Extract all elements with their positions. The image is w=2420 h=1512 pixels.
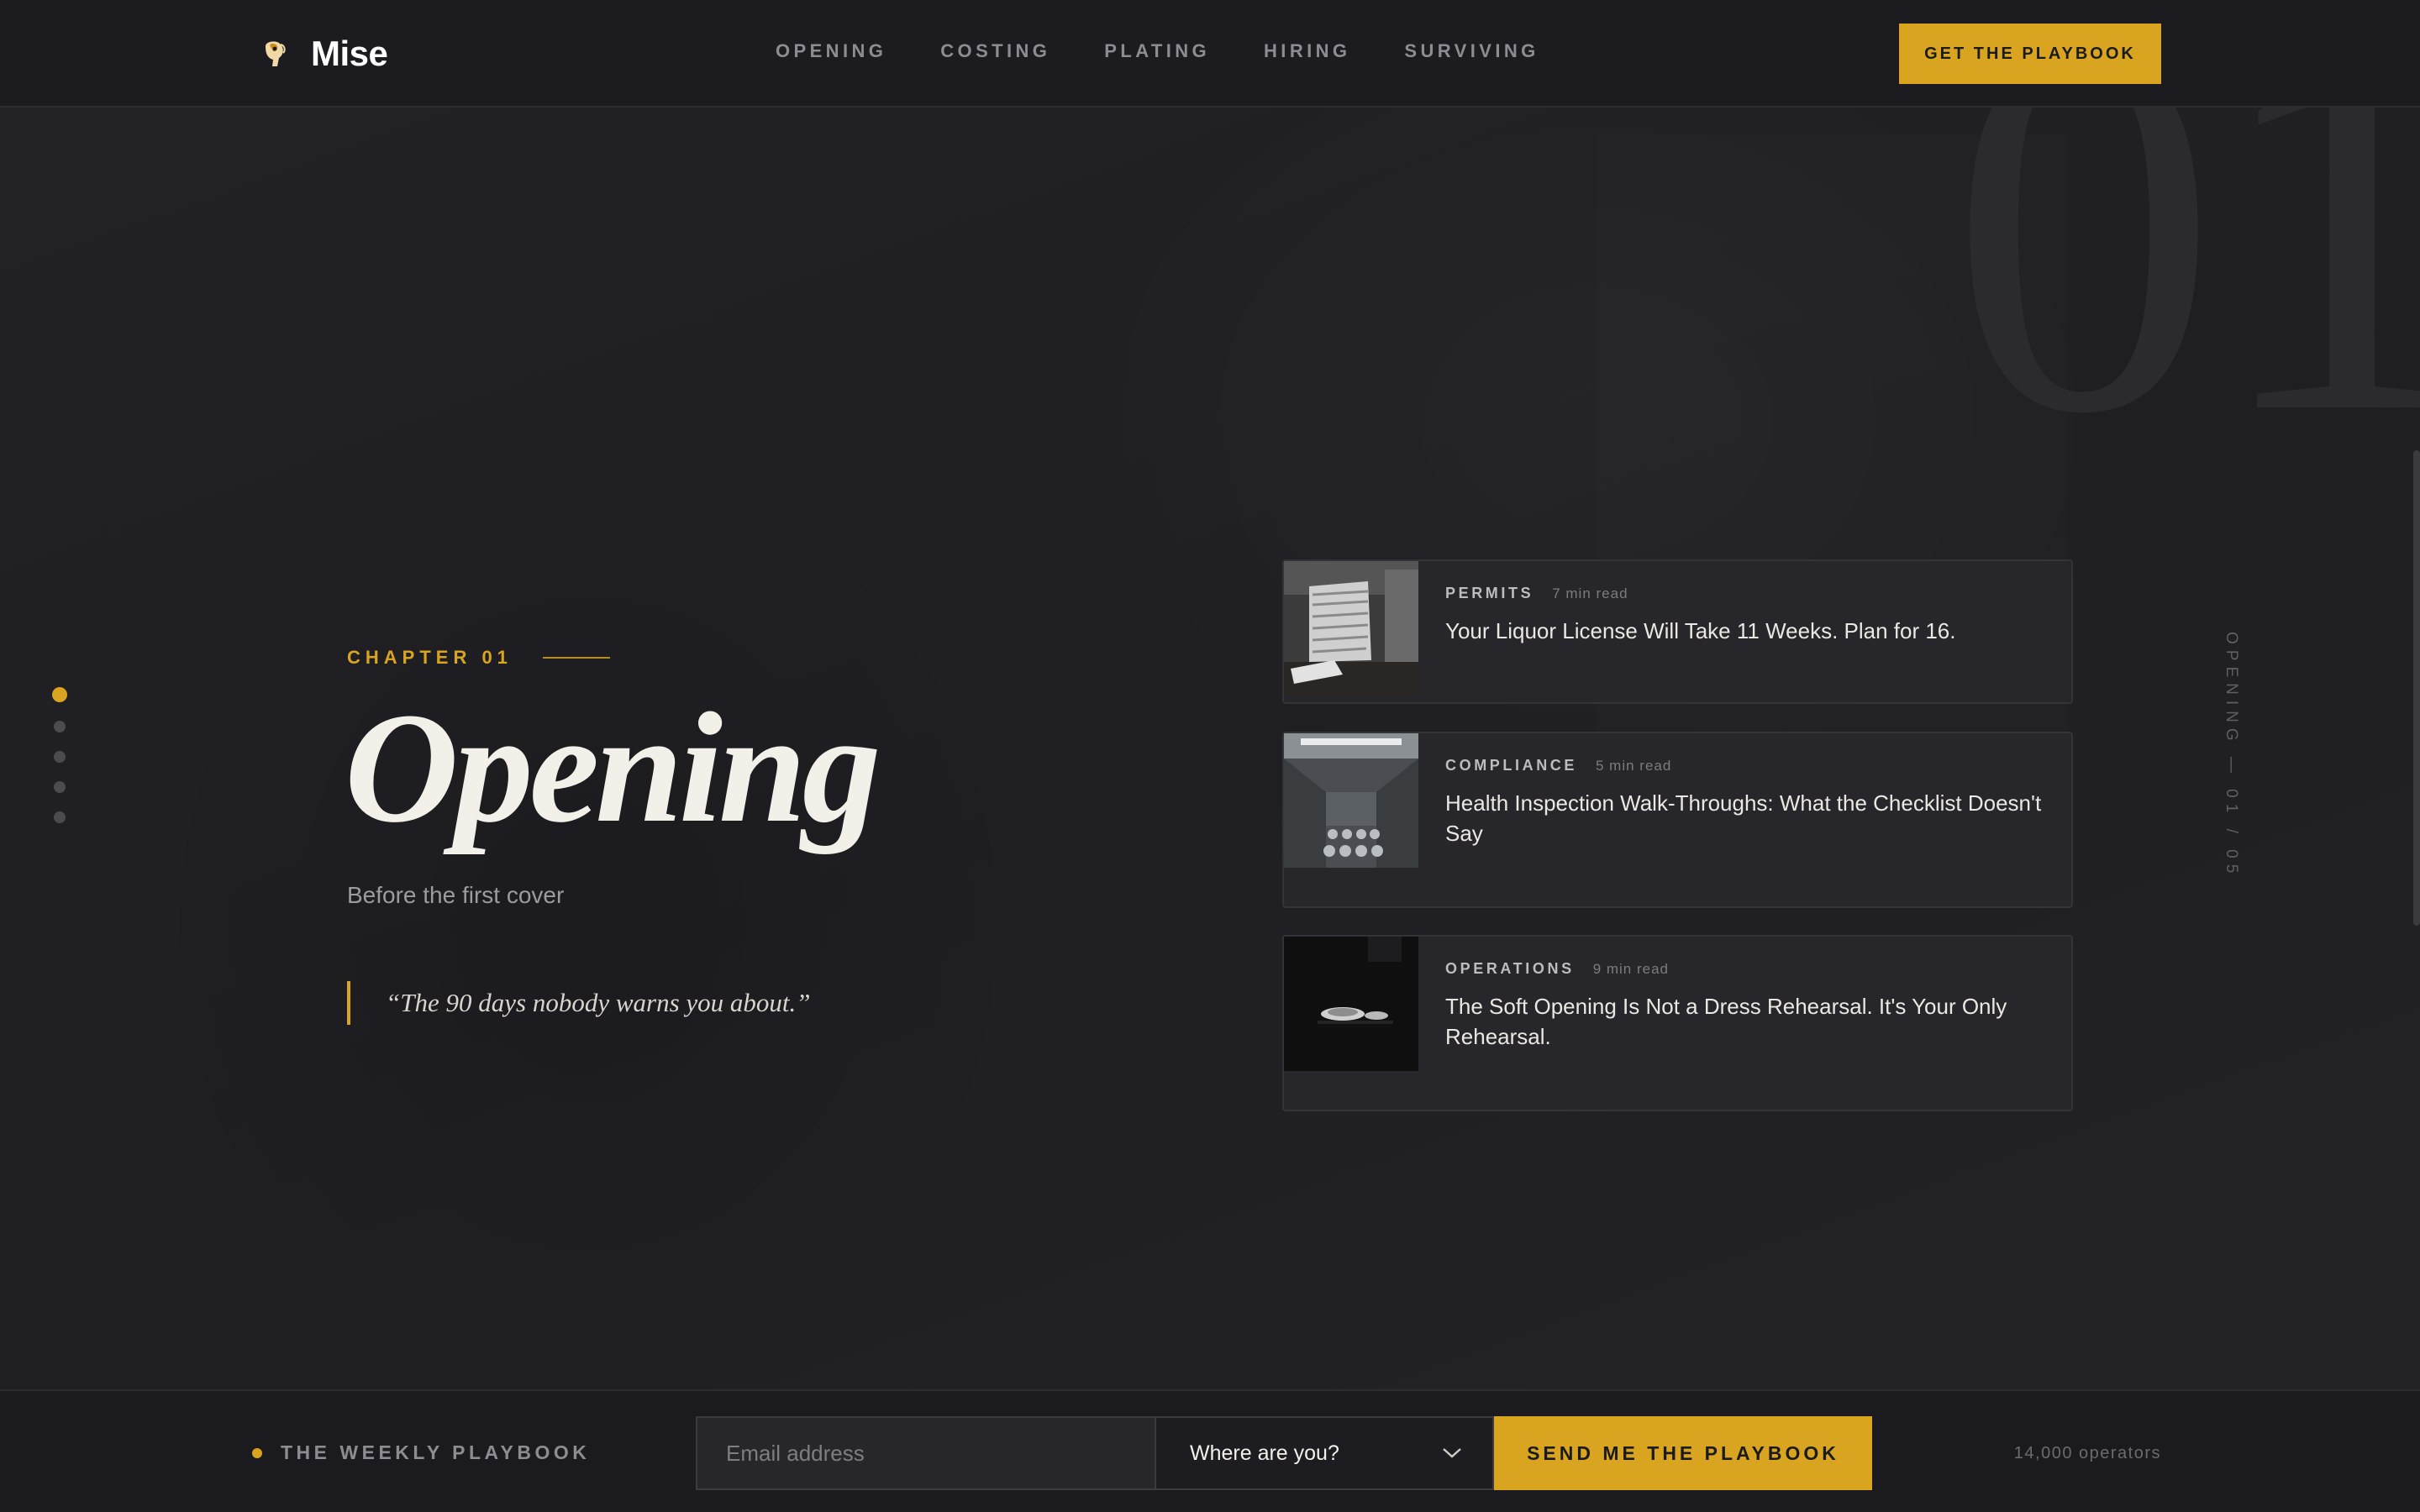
chapter-quote: “The 90 days nobody warns you about.” (347, 981, 811, 1025)
chapter-progress-label: OPENING — 01 / 05 (2223, 632, 2240, 879)
nav-costing[interactable]: COSTING (940, 40, 1050, 62)
article-read-time: 5 min read (1596, 758, 1672, 774)
site-header: Mise OPENING COSTING PLATING HIRING SURV… (0, 0, 2420, 108)
nav-hiring[interactable]: HIRING (1264, 40, 1350, 62)
status-dot (252, 1447, 262, 1458)
logo-icon (266, 41, 286, 66)
nav-surviving[interactable]: SURVIVING (1404, 40, 1539, 62)
location-select[interactable]: Where are you? (1156, 1416, 1494, 1490)
article-title[interactable]: Health Inspection Walk-Throughs: What th… (1445, 788, 2044, 848)
subscriber-count: 14,000 operators (2013, 1444, 2161, 1462)
chapter-dots (52, 687, 67, 823)
chapter-quote-text: “The 90 days nobody warns you about.” (386, 988, 811, 1017)
chapter-dot[interactable] (54, 721, 66, 732)
article-card[interactable]: COMPLIANCE 5 min read Health Inspection … (1282, 732, 2073, 908)
article-title[interactable]: Your Liquor License Will Take 11 Weeks. … (1445, 616, 2044, 646)
article-body: PERMITS 7 min read Your Liquor License W… (1418, 561, 2071, 702)
article-meta: COMPLIANCE 5 min read (1445, 757, 2044, 774)
article-tag: OPERATIONS (1445, 960, 1575, 977)
article-tag: COMPLIANCE (1445, 757, 1577, 774)
chapter-title: Opening (345, 680, 881, 855)
scrollbar[interactable] (2413, 450, 2420, 926)
article-thumbnail (1284, 937, 1418, 1071)
email-input[interactable] (696, 1416, 1156, 1490)
article-read-time: 7 min read (1552, 585, 1628, 601)
chapter-dot[interactable] (54, 811, 66, 823)
newsletter-heading: THE WEEKLY PLAYBOOK (252, 1441, 590, 1464)
article-meta: PERMITS 7 min read (1445, 585, 2044, 602)
article-meta: OPERATIONS 9 min read (1445, 960, 2044, 978)
chapter-divider (542, 657, 610, 659)
nav-plating[interactable]: PLATING (1104, 40, 1210, 62)
chapter-subtitle: Before the first cover (347, 882, 565, 908)
newsletter-bar: THE WEEKLY PLAYBOOK Where are you? SEND … (0, 1389, 2420, 1512)
chapter-eyebrow: CHAPTER 01 (347, 647, 610, 669)
get-playbook-button[interactable]: GET THE PLAYBOOK (1899, 24, 2161, 84)
brand-logo-link[interactable]: Mise (259, 34, 388, 74)
nav-opening[interactable]: OPENING (776, 40, 886, 62)
chapter-label: CHAPTER 01 (347, 647, 513, 668)
chevron-down-icon (1443, 1448, 1461, 1458)
location-select-value: Where are you? (1190, 1441, 1339, 1465)
chapter-dot[interactable] (54, 751, 66, 763)
article-body: OPERATIONS 9 min read The Soft Opening I… (1418, 937, 2071, 1110)
primary-nav: OPENING COSTING PLATING HIRING SURVIVING (776, 40, 1539, 62)
brand-name: Mise (311, 34, 388, 73)
chapter-dot[interactable] (54, 781, 66, 793)
article-thumbnail (1284, 561, 1418, 696)
chapter-dot[interactable] (52, 687, 67, 702)
newsletter-label: THE WEEKLY PLAYBOOK (281, 1441, 591, 1463)
article-thumbnail (1284, 733, 1418, 868)
article-card[interactable]: OPERATIONS 9 min read The Soft Opening I… (1282, 935, 2073, 1111)
article-title[interactable]: The Soft Opening Is Not a Dress Rehearsa… (1445, 991, 2044, 1052)
article-tag: PERMITS (1445, 585, 1534, 601)
article-body: COMPLIANCE 5 min read Health Inspection … (1418, 733, 2071, 906)
send-playbook-button[interactable]: SEND ME THE PLAYBOOK (1494, 1416, 1872, 1490)
article-card[interactable]: PERMITS 7 min read Your Liquor License W… (1282, 559, 2073, 704)
article-read-time: 9 min read (1592, 961, 1670, 977)
